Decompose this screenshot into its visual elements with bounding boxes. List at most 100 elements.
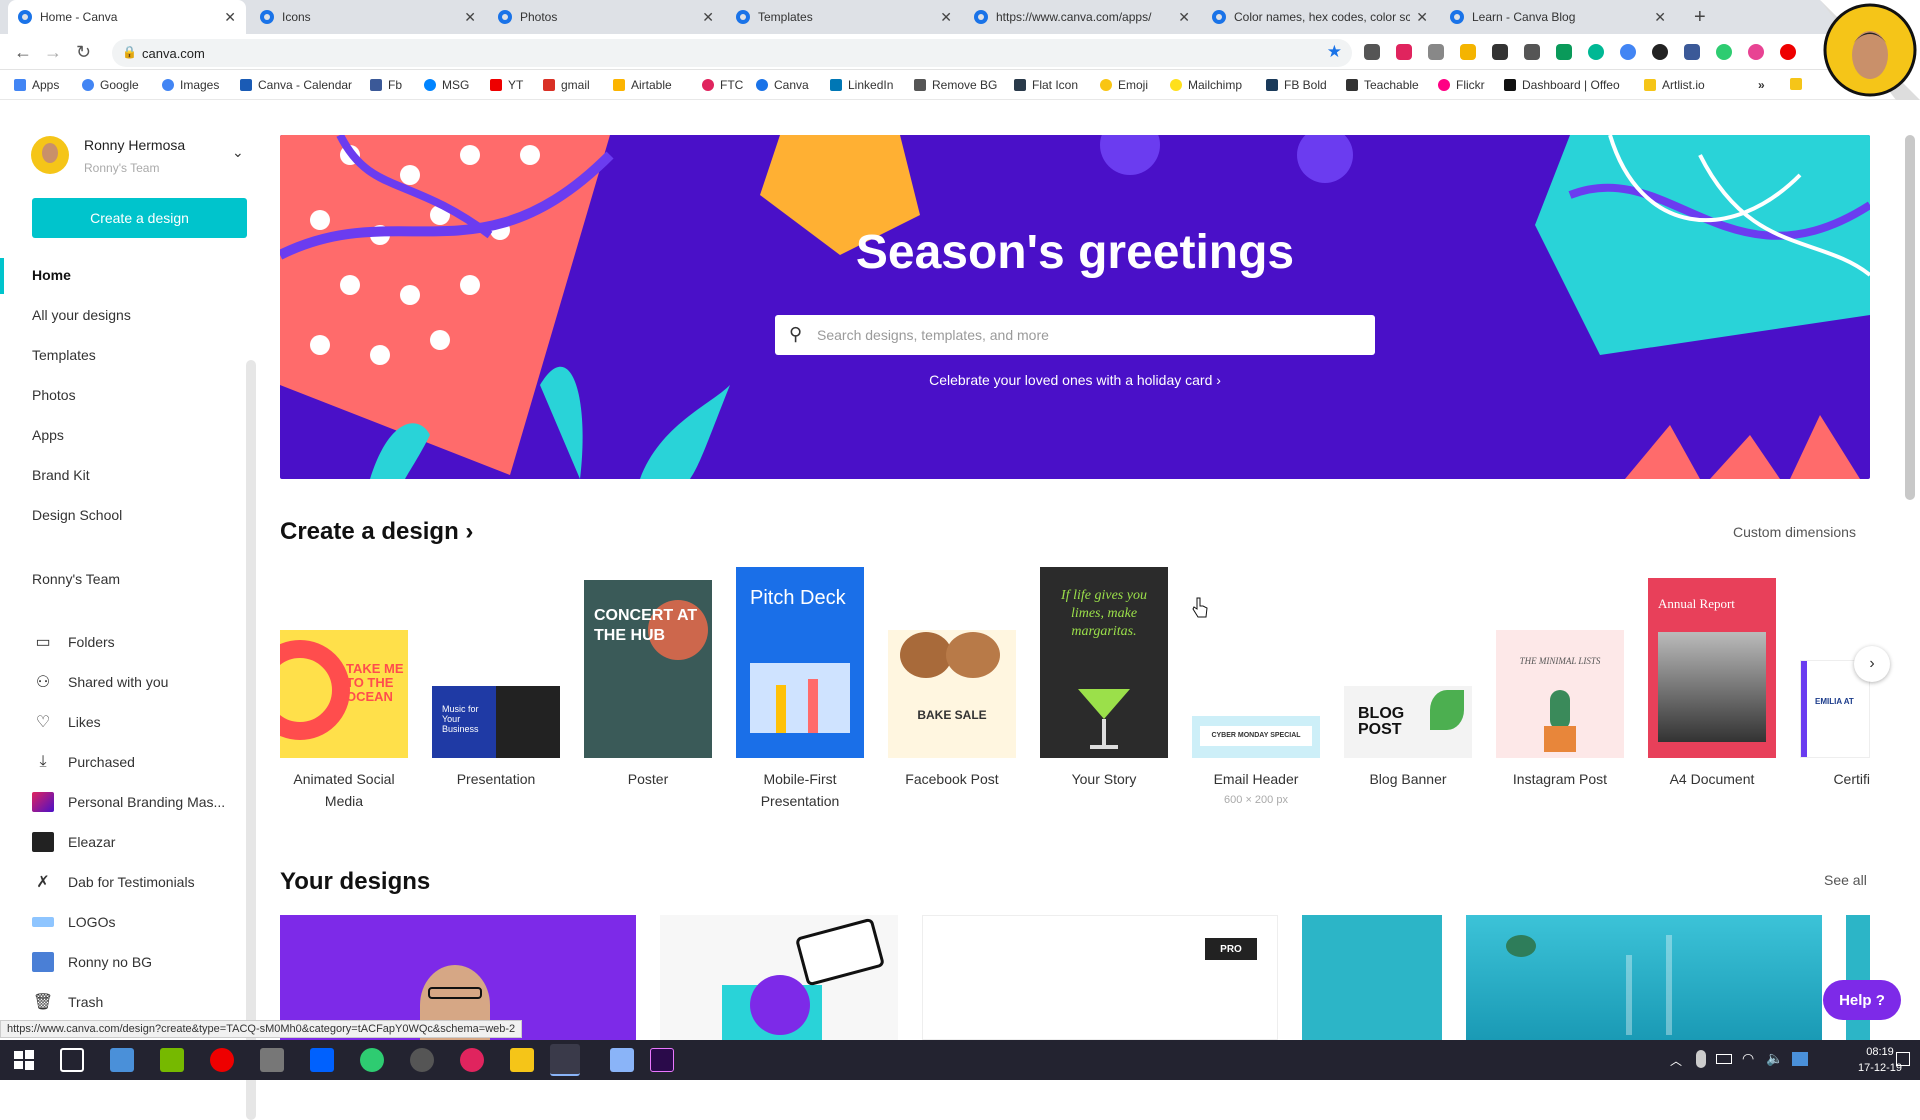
sidebar-item-personal-branding[interactable]: Personal Branding Mas... — [32, 791, 225, 813]
main-scrollbar[interactable] — [1905, 135, 1915, 500]
design-type-blog-banner[interactable]: BLOG POST — [1344, 686, 1472, 758]
extension-icon[interactable] — [1396, 44, 1412, 60]
nav-apps[interactable]: Apps — [32, 427, 64, 443]
bookmark-teachable[interactable]: Teachable — [1346, 78, 1419, 92]
sidebar-item-eleazar[interactable]: Eleazar — [32, 831, 115, 853]
see-all-link[interactable]: See all — [1824, 872, 1867, 888]
design-thumbnail[interactable] — [660, 915, 898, 1040]
opera-extension-icon[interactable] — [1780, 44, 1796, 60]
app-icon[interactable] — [410, 1048, 434, 1072]
close-icon[interactable]: ✕ — [1178, 9, 1190, 26]
sidebar-item-dab-testimonials[interactable]: ✗ Dab for Testimonials — [32, 871, 194, 893]
sidebar-item-folders[interactable]: ▭ Folders — [32, 631, 114, 653]
bookmark-yt[interactable]: YT — [490, 78, 523, 92]
design-thumbnail[interactable] — [1846, 915, 1870, 1040]
search-bar[interactable]: ⚲ — [775, 315, 1375, 355]
design-type-label[interactable]: Instagram Post — [1490, 768, 1630, 790]
microphone-icon[interactable] — [1696, 1050, 1706, 1068]
sidebar-scrollbar[interactable] — [246, 360, 256, 1120]
chrome-app-icon[interactable] — [550, 1044, 580, 1076]
bookmark-apps[interactable]: Apps — [14, 78, 59, 92]
design-type-label[interactable]: Email Header — [1186, 768, 1326, 790]
nav-photos[interactable]: Photos — [32, 387, 76, 403]
create-design-button[interactable]: Create a design — [32, 198, 247, 238]
design-type-a4-document[interactable]: Annual Report — [1648, 578, 1776, 758]
bookmark-flickr[interactable]: Flickr — [1438, 78, 1485, 92]
file-explorer-icon[interactable] — [510, 1048, 534, 1072]
calculator-app-icon[interactable] — [260, 1048, 284, 1072]
bookmark-emoji[interactable]: Emoji — [1100, 78, 1148, 92]
sidebar-item-trash[interactable]: 🗑 Trash — [32, 991, 103, 1013]
design-type-your-story[interactable]: If life gives you limes, make margaritas… — [1040, 567, 1168, 758]
custom-dimensions-link[interactable]: Custom dimensions — [1733, 524, 1856, 540]
url-input[interactable]: 🔒 canva.com ★ — [112, 39, 1352, 67]
design-type-label[interactable]: Mobile-First Presentation — [730, 768, 870, 812]
design-type-poster[interactable]: CONCERT AT THE HUB — [584, 580, 712, 758]
other-bookmarks-folder-icon[interactable] — [1790, 78, 1808, 90]
media-app-icon[interactable] — [210, 1048, 234, 1072]
design-thumbnail[interactable] — [1466, 915, 1822, 1040]
facebook-extension-icon[interactable] — [1684, 44, 1700, 60]
search-input[interactable] — [817, 323, 1357, 347]
app-icon[interactable] — [610, 1048, 634, 1072]
bookmark-fb[interactable]: Fb — [370, 78, 402, 92]
design-type-label[interactable]: Blog Banner — [1338, 768, 1478, 790]
bookmark-fb-bold[interactable]: FB Bold — [1266, 78, 1327, 92]
design-type-instagram-post[interactable]: THE MINIMAL LISTS — [1496, 630, 1624, 758]
bookmark-dashboard-offeo[interactable]: Dashboard | Offeo — [1504, 78, 1620, 92]
grammarly-extension-icon[interactable] — [1588, 44, 1604, 60]
wifi-icon[interactable]: ◠ — [1742, 1050, 1754, 1067]
design-thumbnail[interactable] — [1302, 915, 1442, 1040]
nvidia-app-icon[interactable] — [160, 1048, 184, 1072]
dropbox-app-icon[interactable] — [310, 1048, 334, 1072]
bookmark-star-icon[interactable]: ★ — [1327, 42, 1342, 62]
design-type-label[interactable]: A4 Document — [1642, 768, 1782, 790]
nav-all-designs[interactable]: All your designs — [32, 307, 131, 323]
close-icon[interactable]: ✕ — [224, 9, 236, 26]
sidebar-item-ronny-no-bg[interactable]: Ronny no BG — [32, 951, 152, 973]
design-type-label[interactable]: Facebook Post — [882, 768, 1022, 790]
bookmark-gmail[interactable]: gmail — [543, 78, 590, 92]
tab-icons[interactable]: Icons ✕ — [250, 0, 486, 34]
bookmark-airtable[interactable]: Airtable — [613, 78, 672, 92]
extension-icon[interactable] — [1716, 44, 1732, 60]
carousel-next-chevron-icon[interactable]: › — [1854, 646, 1890, 682]
tab-apps[interactable]: https://www.canva.com/apps/✕ — [964, 0, 1200, 34]
notifications-icon[interactable] — [1896, 1052, 1910, 1066]
windows-start-icon[interactable] — [12, 1048, 36, 1072]
bookmark-mailchimp[interactable]: Mailchimp — [1170, 78, 1242, 92]
back-arrow-icon[interactable]: ← — [14, 42, 32, 63]
app-icon[interactable] — [360, 1048, 384, 1072]
tab-color-names[interactable]: Color names, hex codes, color sc ✕ — [1202, 0, 1438, 34]
pocket-extension-icon[interactable] — [1364, 44, 1380, 60]
bookmark-canva-calendar[interactable]: Canva - Calendar — [240, 78, 352, 92]
bookmark-artlist[interactable]: Artlist.io — [1644, 78, 1705, 92]
avatar[interactable] — [31, 136, 69, 174]
design-type-label[interactable]: Presentation — [426, 768, 566, 790]
design-type-mobile-first[interactable]: Pitch Deck — [736, 567, 864, 758]
bookmark-flat-icon[interactable]: Flat Icon — [1014, 78, 1078, 92]
bookmark-linkedin[interactable]: LinkedIn — [830, 78, 893, 92]
design-type-animated-social[interactable]: TAKE ME TO THE OCEAN — [280, 630, 408, 758]
nav-home[interactable]: Home — [32, 267, 71, 283]
pen-extension-icon[interactable] — [1460, 44, 1476, 60]
tab-home-canva[interactable]: Home - Canva ✕ — [8, 0, 246, 34]
design-type-label[interactable]: Poster — [578, 768, 718, 790]
slack-app-icon[interactable] — [460, 1048, 484, 1072]
more-bookmarks-icon[interactable]: » — [1758, 78, 1765, 92]
tray-chevron-icon[interactable]: ︿ — [1670, 1052, 1682, 1069]
user-name[interactable]: Ronny Hermosa — [84, 137, 185, 153]
new-tab-icon[interactable]: + — [1694, 6, 1706, 29]
design-type-label[interactable]: Your Story — [1034, 768, 1174, 790]
design-type-email-header[interactable]: CYBER MONDAY SPECIAL — [1192, 716, 1320, 758]
bookmark-ftc[interactable]: FTC — [702, 78, 743, 92]
design-type-facebook-post[interactable]: BAKE SALE — [888, 630, 1016, 758]
hashtag-extension-icon[interactable] — [1492, 44, 1508, 60]
design-type-label[interactable]: Certifi — [1800, 768, 1870, 790]
bookmark-canva[interactable]: Canva — [756, 78, 809, 92]
forward-arrow-icon[interactable]: → — [44, 42, 62, 63]
explorer-app-icon[interactable] — [110, 1048, 134, 1072]
nav-team[interactable]: Ronny's Team — [32, 571, 120, 587]
holiday-card-link[interactable]: Celebrate your loved ones with a holiday… — [280, 372, 1870, 388]
task-view-icon[interactable] — [60, 1048, 84, 1072]
